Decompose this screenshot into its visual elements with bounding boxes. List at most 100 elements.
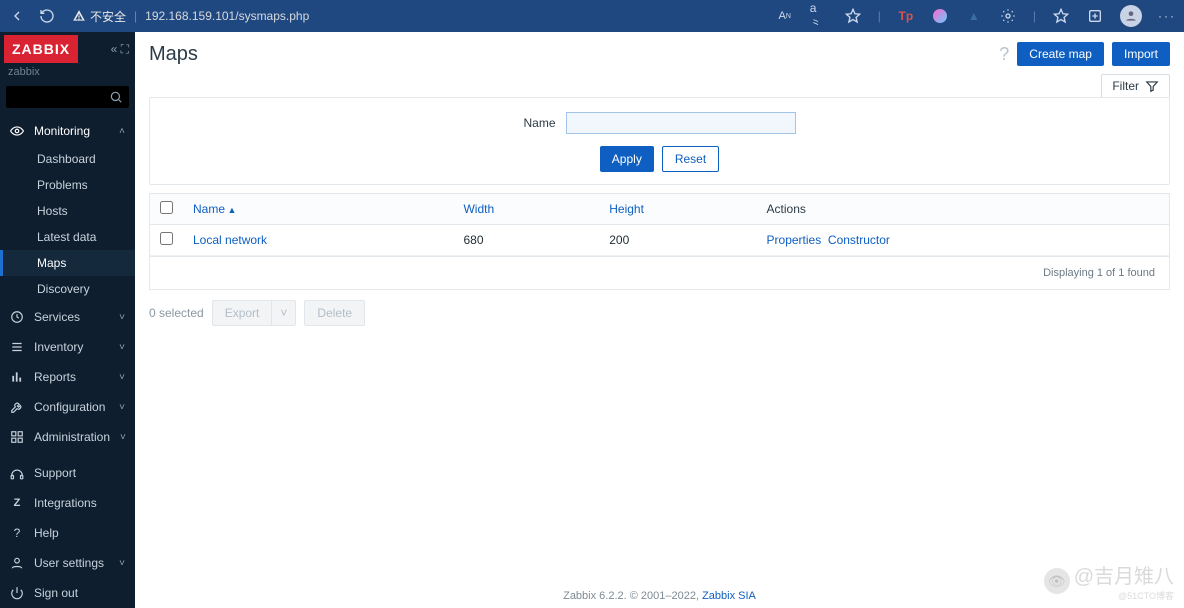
row-checkbox[interactable]: [160, 232, 173, 245]
collections-icon[interactable]: [1086, 7, 1104, 25]
nav-monitoring-label: Monitoring: [34, 124, 90, 138]
watermark: 👁 @吉月雉八 @51CTO博客: [1044, 560, 1174, 602]
profile-avatar[interactable]: [1120, 5, 1142, 27]
user-icon: [10, 556, 24, 570]
nav-support[interactable]: Support: [0, 458, 135, 488]
chevron-down-icon: ˅: [120, 432, 126, 443]
ext-circle-icon[interactable]: [931, 7, 949, 25]
import-button[interactable]: Import: [1112, 42, 1170, 66]
main-content: Maps ? Create map Import Filter Name App…: [135, 32, 1184, 608]
watermark-icon: 👁: [1044, 568, 1070, 594]
translate-icon[interactable]: a⺀: [810, 7, 828, 25]
bulk-actions: 0 selected Export ˅ Delete: [135, 290, 1184, 336]
sidebar: ZABBIX « ⛶ zabbix Monitoring ˄ Dashboard…: [0, 32, 135, 608]
browser-actions: AN a⺀ | Tp ▲ | ···: [776, 5, 1176, 27]
properties-link[interactable]: Properties: [767, 233, 822, 247]
nav-latest-data[interactable]: Latest data: [0, 224, 135, 250]
apply-button[interactable]: Apply: [600, 146, 654, 172]
favorite-icon[interactable]: [844, 7, 862, 25]
select-all-checkbox[interactable]: [160, 201, 173, 214]
chevron-down-icon: ˅: [119, 312, 125, 323]
nav-monitoring[interactable]: Monitoring ˄: [0, 116, 135, 146]
nav-reports-label: Reports: [34, 370, 76, 384]
ext-mountain-icon[interactable]: ▲: [965, 7, 983, 25]
page-help-icon[interactable]: ?: [999, 44, 1009, 65]
search-icon[interactable]: [109, 90, 123, 107]
map-width: 680: [453, 225, 599, 256]
sidebar-search: [6, 86, 129, 108]
nav-administration-label: Administration: [34, 430, 110, 444]
footer-text: Zabbix 6.2.2. © 2001–2022,: [563, 590, 702, 602]
sidebar-collapse[interactable]: « ⛶: [111, 42, 129, 57]
integrations-icon: Z: [10, 497, 24, 509]
nav-services[interactable]: Services ˅: [0, 302, 135, 332]
url-text: 192.168.159.101/sysmaps.php: [145, 9, 309, 23]
nav-sign-out[interactable]: Sign out: [0, 578, 135, 608]
chevron-down-icon: ˅: [119, 402, 125, 413]
extensions-icon[interactable]: [999, 7, 1017, 25]
nav-dashboard[interactable]: Dashboard: [0, 146, 135, 172]
bar-chart-icon: [10, 370, 24, 384]
chevron-down-icon: ˅: [119, 558, 125, 569]
page-title: Maps: [149, 43, 198, 66]
text-size-icon[interactable]: AN: [776, 7, 794, 25]
table-footer: Displaying 1 of 1 found: [150, 256, 1169, 289]
logo[interactable]: ZABBIX: [4, 35, 78, 63]
reset-button[interactable]: Reset: [662, 146, 719, 172]
clock-icon: [10, 310, 24, 324]
refresh-button[interactable]: [38, 7, 56, 25]
create-map-button[interactable]: Create map: [1017, 42, 1104, 66]
nav-user-settings[interactable]: User settings ˅: [0, 548, 135, 578]
watermark-sub: @51CTO博客: [1074, 589, 1174, 602]
constructor-link[interactable]: Constructor: [828, 233, 890, 247]
nav-sign-out-label: Sign out: [34, 586, 78, 600]
security-label: 不安全: [90, 8, 126, 25]
filter-panel: Name Apply Reset: [149, 97, 1170, 185]
maps-table: Name Width Height Actions Local network …: [149, 193, 1170, 290]
nav-administration[interactable]: Administration ˅: [0, 422, 135, 452]
eye-icon: [10, 124, 24, 138]
nav-inventory-label: Inventory: [34, 340, 83, 354]
export-button: Export: [212, 300, 273, 326]
filter-name-input[interactable]: [566, 112, 796, 134]
footer-link[interactable]: Zabbix SIA: [702, 590, 756, 602]
ext-tp-icon[interactable]: Tp: [897, 7, 915, 25]
col-name[interactable]: Name: [193, 202, 236, 216]
wrench-icon: [10, 400, 24, 414]
nav-reports[interactable]: Reports ˅: [0, 362, 135, 392]
nav-maps[interactable]: Maps: [0, 250, 135, 276]
col-actions: Actions: [757, 194, 1169, 225]
nav-help-label: Help: [34, 526, 59, 540]
nav-problems[interactable]: Problems: [0, 172, 135, 198]
back-button[interactable]: [8, 7, 26, 25]
map-name-link[interactable]: Local network: [193, 233, 267, 247]
chevron-down-icon: ˅: [119, 342, 125, 353]
list-icon: [10, 340, 24, 354]
col-height[interactable]: Height: [609, 202, 644, 216]
tenant-label: zabbix: [0, 66, 135, 84]
more-icon[interactable]: ···: [1158, 7, 1176, 25]
map-height: 200: [599, 225, 756, 256]
favorites-bar-icon[interactable]: [1052, 7, 1070, 25]
col-width[interactable]: Width: [463, 202, 494, 216]
gear-icon: [10, 430, 24, 444]
nav-inventory[interactable]: Inventory ˅: [0, 332, 135, 362]
nav-hosts[interactable]: Hosts: [0, 198, 135, 224]
nav-integrations[interactable]: Z Integrations: [0, 488, 135, 518]
export-caret: ˅: [272, 300, 296, 326]
nav-support-label: Support: [34, 466, 76, 480]
nav-configuration-label: Configuration: [34, 400, 105, 414]
chevron-up-icon: ˄: [119, 126, 125, 137]
nav-configuration[interactable]: Configuration ˅: [0, 392, 135, 422]
nav-help[interactable]: ? Help: [0, 518, 135, 548]
address-bar[interactable]: 不安全 | 192.168.159.101/sysmaps.php: [66, 4, 766, 28]
support-icon: [10, 466, 24, 480]
filter-toggle[interactable]: Filter: [1101, 74, 1170, 97]
nav-discovery[interactable]: Discovery: [0, 276, 135, 302]
page-footer: Zabbix 6.2.2. © 2001–2022, Zabbix SIA: [135, 590, 1184, 602]
browser-nav-controls: [8, 7, 56, 25]
browser-toolbar: 不安全 | 192.168.159.101/sysmaps.php AN a⺀ …: [0, 0, 1184, 32]
nav-user-settings-label: User settings: [34, 556, 104, 570]
nav-services-label: Services: [34, 310, 80, 324]
separator: |: [134, 9, 137, 23]
